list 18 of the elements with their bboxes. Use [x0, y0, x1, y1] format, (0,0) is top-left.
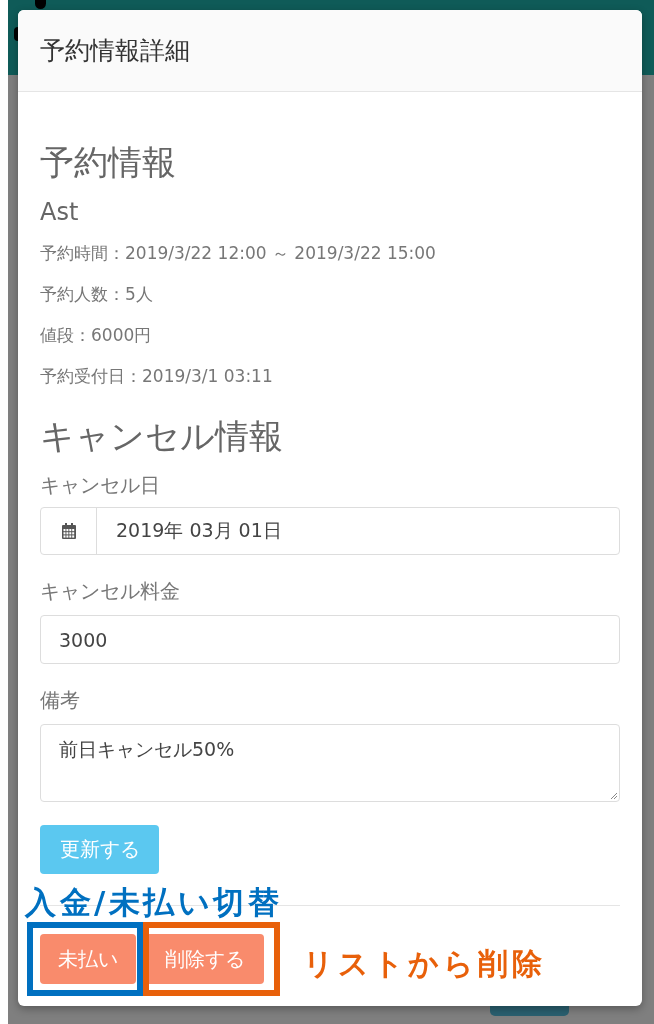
field-label: 備考 [40, 690, 80, 712]
fee-field[interactable]: 3000 [40, 615, 620, 664]
calendar-icon [61, 523, 76, 539]
resize-grip-icon [611, 793, 617, 799]
section-heading: キャンセル情報 [40, 418, 283, 454]
detail-text: 値段：6000円 [40, 325, 152, 345]
field-label: キャンセル料金 [40, 581, 180, 603]
field-label: キャンセル日 [40, 475, 160, 497]
detail-text: 予約時間：2019/3/22 12:00 ～ 2019/3/22 15:00 [40, 243, 436, 263]
date-field[interactable]: 2019年 03月 01日 [40, 507, 620, 555]
detail-text: 予約受付日：2019/3/1 03:11 [40, 366, 273, 386]
notes-field[interactable]: 前日キャンセル50% [40, 724, 620, 802]
annotation-text: 入金/未払い切替 [25, 884, 283, 920]
section-heading: 予約情報 [40, 144, 176, 180]
detail-text: 予約人数：5人 [40, 284, 153, 304]
annotation-text: リストから削除 [303, 946, 546, 982]
dialog-title: 予約情報詳細 [40, 35, 190, 66]
reservation-name: Ast [40, 197, 79, 227]
